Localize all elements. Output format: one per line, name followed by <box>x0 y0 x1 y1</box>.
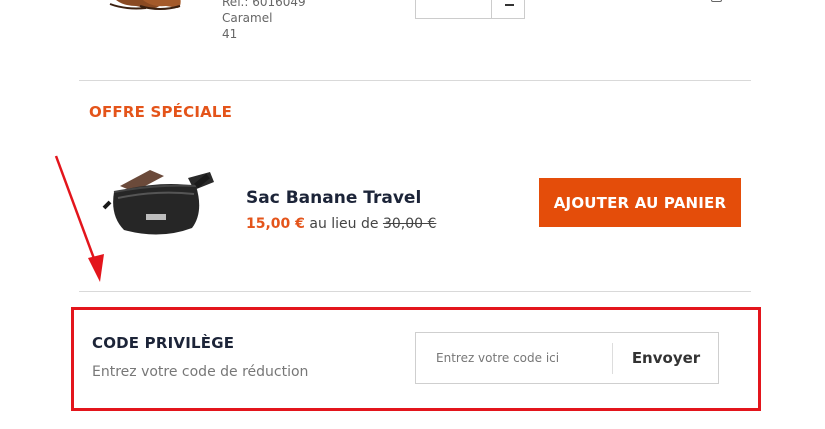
price-connector: au lieu de <box>309 216 379 232</box>
send-code-button[interactable]: Envoyer <box>613 333 719 383</box>
special-offer-title: OFFRE SPÉCIALE <box>89 103 233 121</box>
cart-item-row: Réf.: 6016049 Caramel 41 <box>0 0 825 80</box>
product-color: Caramel <box>222 11 273 25</box>
promo-code-form: Envoyer <box>415 332 719 384</box>
divider <box>79 291 751 292</box>
offer-price: 15,00 € au lieu de 30,00 € <box>246 216 436 232</box>
promo-subtitle: Entrez votre code de réduction <box>92 364 309 380</box>
add-to-cart-button[interactable]: AJOUTER AU PANIER <box>539 178 741 227</box>
promo-code-input[interactable] <box>416 333 612 383</box>
product-meta: Réf.: 6016049 Caramel 41 <box>222 0 306 42</box>
shoe-product-image <box>109 0 181 10</box>
decrease-quantity-button[interactable] <box>498 0 520 14</box>
quantity-stepper[interactable] <box>415 0 525 19</box>
trash-icon[interactable] <box>711 0 722 2</box>
product-ref: Réf.: 6016049 <box>222 0 306 9</box>
minus-icon <box>504 4 514 6</box>
price-original: 30,00 € <box>382 216 437 232</box>
annotation-arrow-icon <box>54 155 104 282</box>
divider <box>79 80 751 81</box>
price-current: 15,00 € <box>246 216 305 232</box>
product-size: 41 <box>222 27 238 41</box>
offer-product-name: Sac Banane Travel <box>246 188 422 208</box>
belt-bag-image <box>102 170 214 235</box>
promo-title: CODE PRIVILÈGE <box>92 334 235 352</box>
stepper-divider <box>491 0 492 19</box>
